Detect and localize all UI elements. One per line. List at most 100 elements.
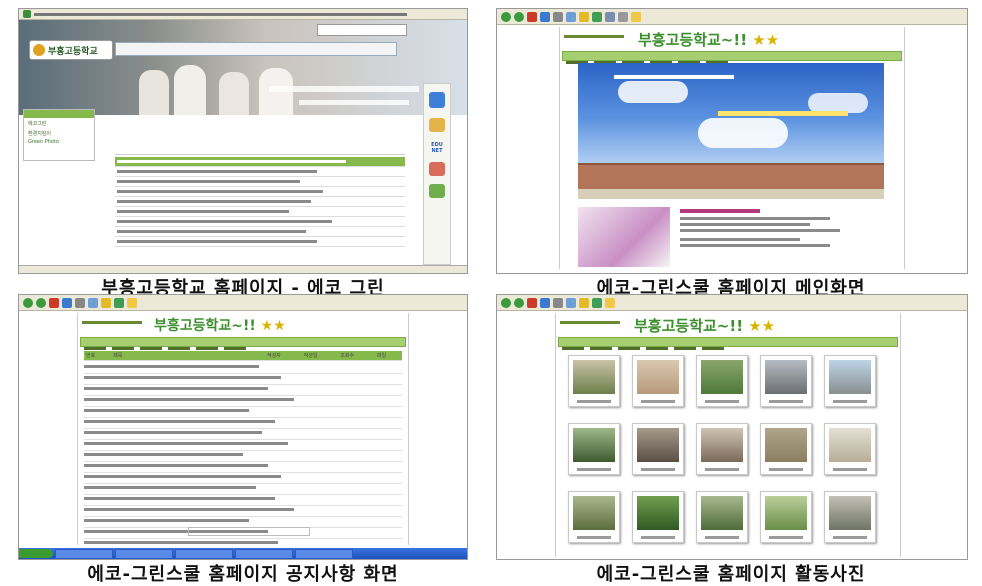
refresh-icon[interactable]: [540, 11, 550, 22]
photo-thumbnail[interactable]: [760, 423, 812, 475]
home-icon[interactable]: [553, 11, 563, 22]
back-icon[interactable]: [501, 297, 511, 308]
photo-thumbnail[interactable]: [696, 355, 748, 407]
taskbar-item[interactable]: [175, 548, 233, 559]
photo-thumbnail[interactable]: [696, 491, 748, 543]
table-row[interactable]: [84, 464, 402, 473]
left-nav: 에코그린 환경지킴이 Green Photo: [23, 109, 95, 161]
photo-thumbnail[interactable]: [632, 355, 684, 407]
photo-thumbnail[interactable]: [632, 423, 684, 475]
table-row[interactable]: [84, 442, 402, 451]
start-button[interactable]: [19, 549, 53, 558]
left-nav-item-ecogreen[interactable]: 에코그린: [24, 118, 94, 129]
search-icon[interactable]: [566, 11, 576, 22]
banner-icon-1[interactable]: [429, 92, 445, 108]
back-icon[interactable]: [501, 11, 511, 22]
history-icon[interactable]: [592, 11, 602, 22]
photo-thumbnail[interactable]: [824, 355, 876, 407]
table-row[interactable]: [84, 475, 402, 484]
page-area: 부흥고등학교~!! ★★ 번호 제목 작성자 작성일 조회수 파일: [77, 313, 409, 550]
stop-icon[interactable]: [527, 297, 537, 308]
table-row[interactable]: [84, 497, 402, 506]
main-nav: [562, 51, 902, 64]
table-row[interactable]: [84, 431, 402, 440]
photo-thumbnail[interactable]: [568, 491, 620, 543]
photo-thumbnail[interactable]: [760, 355, 812, 407]
panel-eco-main: 부흥고등학교~!! ★★: [496, 8, 968, 274]
forward-icon[interactable]: [514, 297, 524, 308]
school-logo[interactable]: 부흥고등학교: [29, 40, 113, 60]
panel-eco-notice: 부흥고등학교~!! ★★ 번호 제목 작성자 작성일 조회수 파일: [18, 294, 468, 560]
logo-text: 부흥고등학교: [48, 47, 98, 57]
refresh-icon[interactable]: [62, 297, 72, 308]
photo-thumbnail[interactable]: [824, 491, 876, 543]
photo-thumbnail[interactable]: [568, 355, 620, 407]
site-header: 부흥고등학교: [19, 20, 467, 115]
slogan-line-2: [718, 111, 848, 116]
login-box[interactable]: [317, 24, 407, 36]
browser-toolbar: [497, 295, 967, 311]
taskbar-item[interactable]: [115, 548, 173, 559]
table-row[interactable]: [84, 398, 402, 407]
table-row[interactable]: [84, 420, 402, 429]
folder-icon[interactable]: [127, 297, 137, 308]
folder-icon[interactable]: [605, 297, 615, 308]
photo-thumbnail[interactable]: [568, 423, 620, 475]
notice-rows: [84, 363, 402, 550]
edunet-banner[interactable]: EDU NET: [427, 142, 447, 154]
table-row[interactable]: [84, 453, 402, 462]
table-row[interactable]: [84, 409, 402, 418]
favorites-icon[interactable]: [579, 297, 589, 308]
favorites-icon[interactable]: [101, 297, 111, 308]
photo-thumbnail[interactable]: [760, 491, 812, 543]
banner-icon-4[interactable]: [429, 184, 445, 198]
panel-eco-photos: 부흥고등학교~!! ★★: [496, 294, 968, 560]
refresh-icon[interactable]: [540, 297, 550, 308]
taskbar-item[interactable]: [55, 548, 113, 559]
browser-toolbar: [19, 295, 467, 311]
home-icon[interactable]: [553, 297, 563, 308]
table-row[interactable]: [84, 365, 402, 374]
promo-photo: [578, 207, 670, 267]
forward-icon[interactable]: [36, 297, 46, 308]
print-icon[interactable]: [618, 11, 628, 22]
stop-icon[interactable]: [527, 11, 537, 22]
page-area: 부흥고등학교~!! ★★: [559, 27, 905, 269]
photo-thumbnail[interactable]: [632, 491, 684, 543]
board-search-bar[interactable]: [188, 527, 310, 536]
stop-icon[interactable]: [49, 297, 59, 308]
site-subtitle: [560, 321, 620, 324]
banner-icon-2[interactable]: [429, 118, 445, 132]
photo-thumbnail[interactable]: [824, 423, 876, 475]
page-area: 부흥고등학교~!! ★★: [555, 313, 901, 557]
browser-toolbar: [19, 9, 467, 20]
board-search-bar[interactable]: [115, 147, 405, 155]
forward-icon[interactable]: [514, 11, 524, 22]
board-table: [115, 157, 405, 247]
main-nav: [80, 337, 406, 350]
site-title: 부흥고등학교~!! ★★: [638, 31, 780, 49]
folder-icon[interactable]: [631, 11, 641, 22]
back-icon[interactable]: [23, 297, 33, 308]
mail-icon[interactable]: [605, 11, 615, 22]
left-nav-item-guardian[interactable]: 환경지킴이: [24, 129, 94, 138]
notice-preview: [680, 209, 880, 265]
search-icon[interactable]: [566, 297, 576, 308]
taskbar-item[interactable]: [295, 548, 353, 559]
left-nav-item-photo[interactable]: Green Photo: [24, 138, 94, 146]
table-row[interactable]: [84, 486, 402, 495]
table-row[interactable]: [84, 387, 402, 396]
site-title: 부흥고등학교~!! ★★: [634, 317, 776, 335]
favorites-icon[interactable]: [579, 11, 589, 22]
banner-icon-3[interactable]: [429, 162, 445, 176]
table-row[interactable]: [84, 508, 402, 517]
taskbar-item[interactable]: [235, 548, 293, 559]
history-icon[interactable]: [114, 297, 124, 308]
search-icon[interactable]: [88, 297, 98, 308]
table-row[interactable]: [84, 376, 402, 385]
site-subtitle: [564, 35, 624, 38]
home-icon[interactable]: [75, 297, 85, 308]
history-icon[interactable]: [592, 297, 602, 308]
photo-thumbnail[interactable]: [696, 423, 748, 475]
logo-emblem-icon: [33, 44, 45, 56]
